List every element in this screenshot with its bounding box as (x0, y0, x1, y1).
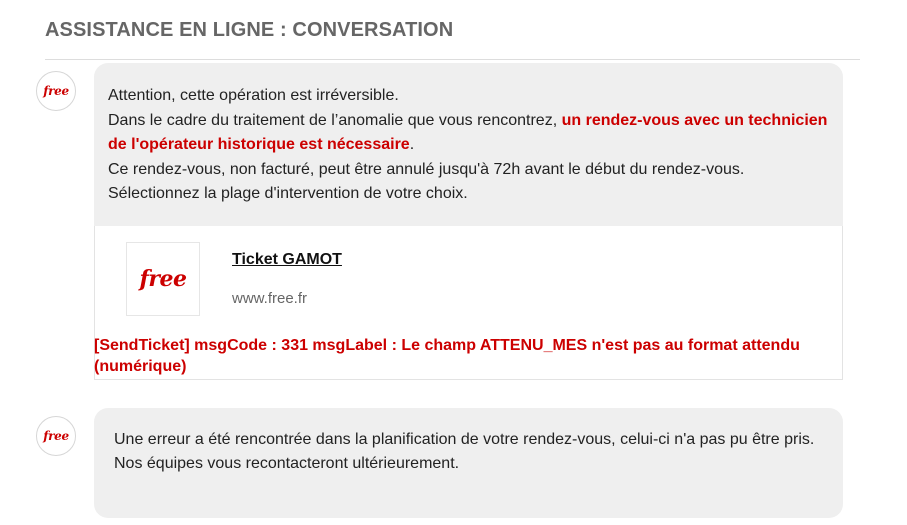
free-avatar-icon: free (36, 416, 76, 456)
message-text: Attention, cette opération est irréversi… (94, 63, 843, 207)
message-line: Ce rendez-vous, non facturé, peut être a… (108, 160, 745, 178)
free-logo-text: free (139, 266, 187, 292)
message-line: Dans le cadre du traitement de l’anomali… (108, 109, 829, 158)
free-logo-text: free (43, 84, 69, 98)
message-text: Une erreur a été rencontrée dans la plan… (94, 408, 843, 476)
message-bubble: Attention, cette opération est irréversi… (94, 63, 843, 380)
message-line: Une erreur a été rencontrée dans la plan… (114, 431, 815, 448)
message-line: Attention, cette opération est irréversi… (108, 87, 399, 104)
conversation-page: ASSISTANCE EN LIGNE : CONVERSATION free … (0, 0, 907, 525)
message-line-prefix: Dans le cadre du traitement de l’anomali… (108, 111, 562, 129)
ticket-url: www.free.fr (232, 290, 308, 307)
message-line-suffix: . (409, 136, 415, 153)
ticket-title-link[interactable]: Ticket GAMOT (232, 251, 342, 269)
header-divider (45, 59, 860, 60)
free-avatar-icon: free (36, 71, 76, 111)
message-line: Sélectionnez la plage d'intervention de … (108, 185, 468, 202)
free-logo-text: free (43, 429, 69, 443)
error-message: [SendTicket] msgCode : 331 msgLabel : Le… (94, 337, 800, 375)
message-line: Nos équipes vous recontacteront ultérieu… (114, 455, 460, 472)
message-bubble: Une erreur a été rencontrée dans la plan… (94, 408, 843, 518)
ticket-card[interactable]: free Ticket GAMOT www.free.fr [SendTicke… (94, 226, 843, 380)
free-logo-icon: free (126, 242, 200, 316)
page-title: ASSISTANCE EN LIGNE : CONVERSATION (45, 19, 454, 41)
